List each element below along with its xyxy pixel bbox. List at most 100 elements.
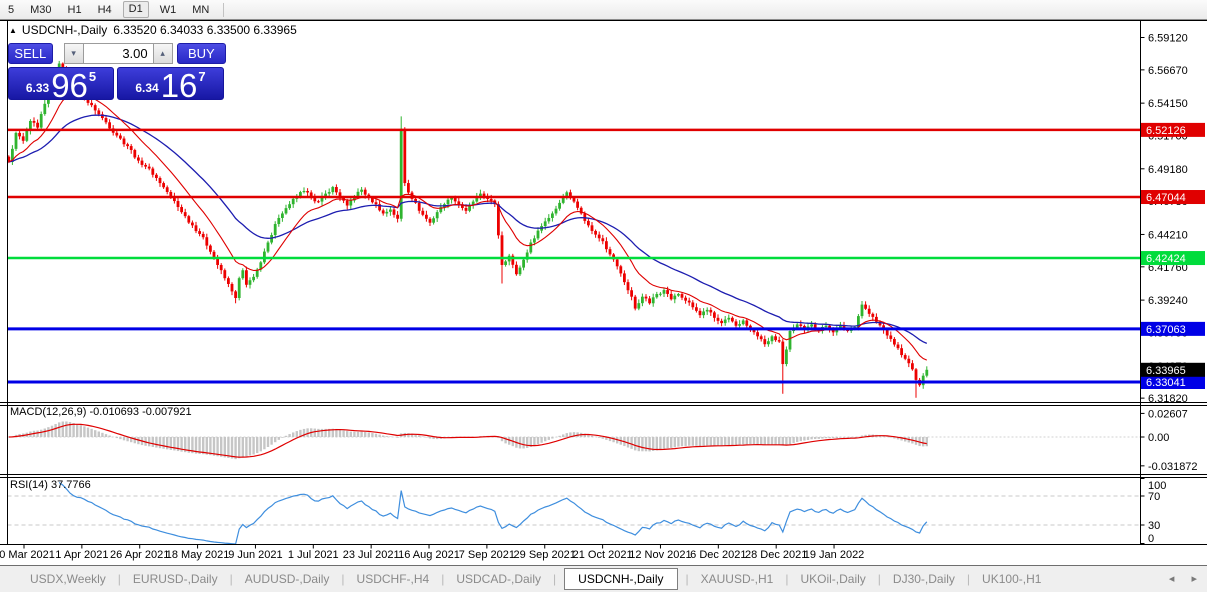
moving-averages-layer [9, 95, 927, 360]
price-badges: 6.521266.470446.424246.370636.330416.339… [1141, 123, 1205, 389]
timeframe-button-5[interactable]: 5 [0, 1, 22, 19]
chart-tab-ukoil-daily[interactable]: UKOil-,Daily [794, 569, 871, 589]
tab-separator: | [118, 572, 121, 586]
timeframe-toolbar: 5M30H1H4D1W1MN [0, 0, 1207, 20]
svg-text:10 Mar 2021: 10 Mar 2021 [0, 549, 55, 561]
macd-signal-value: -0.007921 [142, 406, 192, 418]
tab-separator: | [785, 572, 788, 586]
macd-name: MACD(12,26,9) [10, 406, 86, 418]
chart-tab-eurusd-daily[interactable]: EURUSD-,Daily [127, 569, 224, 589]
tab-separator: | [878, 572, 881, 586]
timeframe-button-h1[interactable]: H1 [60, 1, 90, 19]
svg-text:23 Jul 2021: 23 Jul 2021 [343, 549, 400, 561]
svg-text:1 Apr 2021: 1 Apr 2021 [55, 549, 108, 561]
sell-price-prefix: 6.33 [26, 81, 49, 95]
tab-separator: | [967, 572, 970, 586]
volume-input[interactable] [83, 43, 154, 64]
tab-scroll-left-icon[interactable]: ◂ [1169, 573, 1175, 585]
triangle-down-icon: ▾ [71, 48, 76, 58]
volume-decrease-button[interactable]: ▾ [64, 43, 83, 64]
tab-separator: | [441, 572, 444, 586]
toolbar-separator [223, 3, 224, 17]
symbol-name: USDCNH-,Daily [22, 23, 107, 37]
svg-text:7 Sep 2021: 7 Sep 2021 [459, 549, 515, 561]
macd-main-value: -0.010693 [89, 406, 139, 418]
chart-tab-usdx-weekly[interactable]: USDX,Weekly [24, 569, 112, 589]
svg-text:6.42424: 6.42424 [1146, 253, 1186, 265]
svg-text:6.56670: 6.56670 [1148, 65, 1188, 77]
timeframe-button-m30[interactable]: M30 [22, 1, 59, 19]
svg-text:6.37063: 6.37063 [1146, 324, 1186, 336]
tab-scroll-right-icon[interactable]: ▸ [1191, 573, 1197, 585]
trade-widget-controls: SELL ▾ ▴ BUY [8, 43, 226, 64]
buy-price-pip: 7 [198, 69, 205, 84]
chart-tab-uk100-h1[interactable]: UK100-,H1 [976, 569, 1047, 589]
candles-layer [7, 61, 928, 398]
timeframe-buttons: 5M30H1H4D1W1MN [0, 0, 217, 19]
svg-text:1 Jul 2021: 1 Jul 2021 [288, 549, 339, 561]
svg-text:0.02607: 0.02607 [1148, 408, 1188, 420]
svg-text:6 Dec 2021: 6 Dec 2021 [690, 549, 746, 561]
svg-text:6.33041: 6.33041 [1146, 377, 1186, 389]
svg-text:6.59120: 6.59120 [1148, 32, 1188, 44]
chart-tab-usdcnh-daily[interactable]: USDCNH-,Daily [564, 568, 677, 590]
svg-text:0: 0 [1148, 533, 1154, 545]
rsi-value: 37.7766 [51, 479, 91, 491]
chart-tab-audusd-daily[interactable]: AUDUSD-,Daily [239, 569, 336, 589]
svg-text:6.33965: 6.33965 [1146, 365, 1186, 377]
chart-tabs: USDX,Weekly | EURUSD-,Daily | AUDUSD-,Daily |… [0, 566, 1207, 592]
svg-text:12 Nov 2021: 12 Nov 2021 [629, 549, 691, 561]
svg-text:26 Apr 2021: 26 Apr 2021 [110, 549, 169, 561]
timeframe-button-w1[interactable]: W1 [152, 1, 185, 19]
one-click-trading-widget: SELL ▾ ▴ BUY 6.33 96 5 6.34 16 7 [8, 43, 226, 100]
svg-text:29 Sep 2021: 29 Sep 2021 [514, 549, 576, 561]
sell-price-panel[interactable]: 6.33 96 5 [8, 67, 114, 100]
sell-button[interactable]: SELL [8, 43, 53, 64]
svg-text:18 May 2021: 18 May 2021 [166, 549, 230, 561]
trade-widget-prices: 6.33 96 5 6.34 16 7 [8, 67, 226, 100]
collapse-triangle-icon[interactable]: ▲ [9, 26, 17, 35]
svg-text:6.54150: 6.54150 [1148, 98, 1188, 110]
tab-separator: | [553, 572, 556, 586]
chart-tab-dj30-daily[interactable]: DJ30-,Daily [887, 569, 961, 589]
chart-tab-usdcad-daily[interactable]: USDCAD-,Daily [450, 569, 547, 589]
svg-text:30: 30 [1148, 520, 1160, 532]
chart-tab-usdchf-h4[interactable]: USDCHF-,H4 [351, 569, 436, 589]
timeframe-button-d1[interactable]: D1 [123, 1, 149, 18]
svg-text:6.52126: 6.52126 [1146, 125, 1186, 137]
timeframe-button-mn[interactable]: MN [184, 1, 217, 19]
buy-price-panel[interactable]: 6.34 16 7 [117, 67, 224, 100]
tab-separator: | [230, 572, 233, 586]
triangle-up-icon: ▴ [160, 48, 165, 58]
timeframe-button-h4[interactable]: H4 [90, 1, 120, 19]
price-levels-layer [7, 130, 1141, 382]
svg-text:19 Jan 2022: 19 Jan 2022 [804, 549, 865, 561]
sell-price-pip: 5 [89, 69, 96, 84]
svg-text:0.00: 0.00 [1148, 432, 1169, 444]
rsi-indicator-label: RSI(14) 37.7766 [10, 479, 91, 491]
buy-price-big: 16 [161, 73, 198, 99]
svg-text:6.39240: 6.39240 [1148, 295, 1188, 307]
sell-price-big: 96 [51, 73, 88, 99]
mt4-terminal-window: { "toolbar": { "timeframes": ["5", "M30"… [0, 0, 1207, 592]
tab-separator: | [341, 572, 344, 586]
chart-tab-bar: USDX,Weekly | EURUSD-,Daily | AUDUSD-,Daily |… [0, 565, 1207, 592]
volume-stepper: ▾ ▴ [64, 43, 173, 64]
svg-text:21 Oct 2021: 21 Oct 2021 [573, 549, 633, 561]
svg-text:28 Dec 2021: 28 Dec 2021 [745, 549, 807, 561]
svg-text:6.31820: 6.31820 [1148, 393, 1188, 405]
svg-text:70: 70 [1148, 491, 1160, 503]
macd-indicator-label: MACD(12,26,9) -0.010693 -0.007921 [10, 406, 192, 418]
svg-text:6.44210: 6.44210 [1148, 229, 1188, 241]
rsi-name: RSI(14) [10, 479, 48, 491]
buy-button[interactable]: BUY [177, 43, 226, 64]
chart-symbol-title: ▲ USDCNH-,Daily 6.33520 6.34033 6.33500 6.… [9, 23, 297, 37]
buy-price-prefix: 6.34 [135, 81, 158, 95]
volume-increase-button[interactable]: ▴ [154, 43, 173, 64]
svg-text:16 Aug 2021: 16 Aug 2021 [398, 549, 460, 561]
price-axis: 6.591206.566706.541506.517006.491806.467… [1141, 32, 1198, 545]
chart-tab-xauusd-h1[interactable]: XAUUSD-,H1 [695, 569, 780, 589]
svg-text:6.49180: 6.49180 [1148, 164, 1188, 176]
symbol-ohlc-values: 6.33520 6.34033 6.33500 6.33965 [113, 23, 297, 37]
svg-text:9 Jun 2021: 9 Jun 2021 [228, 549, 282, 561]
